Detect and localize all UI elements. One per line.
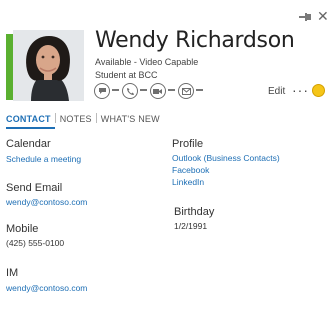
- contact-name: Wendy Richardson: [95, 28, 295, 53]
- tab-contact[interactable]: CONTACT: [6, 114, 55, 129]
- im-dropdown-icon[interactable]: [112, 89, 119, 91]
- tab-divider: [54, 113, 56, 123]
- smiley-icon[interactable]: [312, 84, 325, 97]
- outlook-profile-link[interactable]: Outlook (Business Contacts): [172, 153, 280, 163]
- avatar[interactable]: [13, 30, 84, 101]
- linkedin-link[interactable]: LinkedIn: [172, 177, 204, 187]
- schedule-meeting-link[interactable]: Schedule a meeting: [6, 154, 81, 164]
- tab-notes[interactable]: NOTES: [60, 114, 96, 127]
- presence-indicator: [6, 34, 13, 100]
- pin-icon[interactable]: [298, 11, 312, 23]
- edit-button[interactable]: Edit: [268, 86, 285, 97]
- im-label: IM: [6, 267, 19, 279]
- tab-divider: [95, 113, 97, 123]
- birthday-value: 1/2/1991: [174, 221, 208, 231]
- tab-bar: CONTACT NOTES WHAT'S NEW: [6, 113, 164, 129]
- close-icon[interactable]: ✕: [317, 9, 329, 23]
- send-email-label: Send Email: [6, 182, 63, 194]
- facebook-link[interactable]: Facebook: [172, 165, 209, 175]
- phone-dropdown-icon[interactable]: [140, 89, 147, 91]
- im-icon[interactable]: [94, 83, 110, 99]
- video-icon[interactable]: [150, 83, 166, 99]
- email-dropdown-icon[interactable]: [196, 89, 203, 91]
- job-title: Student at BCC: [95, 70, 158, 80]
- more-options-button[interactable]: ···: [292, 82, 309, 98]
- email-icon[interactable]: [178, 83, 194, 99]
- presence-status: Available - Video Capable: [95, 57, 199, 67]
- birthday-label: Birthday: [174, 206, 215, 218]
- email-link[interactable]: wendy@contoso.com: [6, 197, 87, 207]
- calendar-label: Calendar: [6, 138, 51, 150]
- mobile-number: (425) 555-0100: [6, 238, 65, 248]
- contact-card: ✕ Wendy Richardson Available - Video Cap…: [0, 0, 331, 332]
- profile-label: Profile: [172, 138, 204, 150]
- video-dropdown-icon[interactable]: [168, 89, 175, 91]
- mobile-label: Mobile: [6, 223, 39, 235]
- phone-icon[interactable]: [122, 83, 138, 99]
- im-address-link[interactable]: wendy@contoso.com: [6, 283, 87, 293]
- tab-whats-new[interactable]: WHAT'S NEW: [101, 114, 164, 127]
